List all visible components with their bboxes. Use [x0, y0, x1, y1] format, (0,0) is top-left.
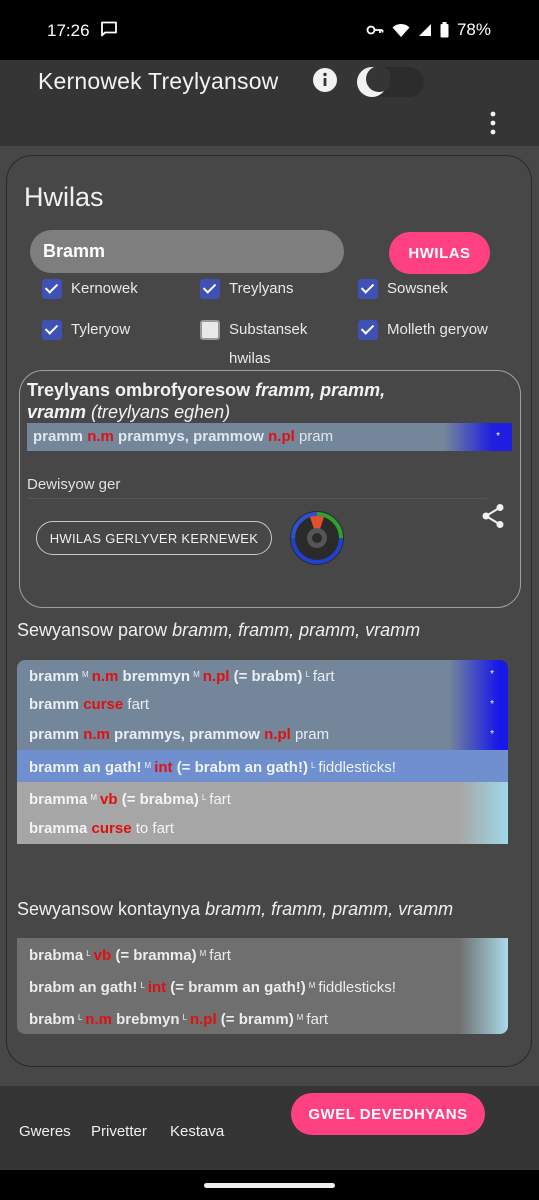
- more-options-icon[interactable]: [488, 110, 498, 136]
- list-item[interactable]: bramma curse to fart: [17, 814, 508, 844]
- search-input[interactable]: [30, 230, 344, 273]
- star-marker: *: [490, 699, 494, 710]
- checkbox-kernowek[interactable]: [42, 279, 62, 299]
- wifi-icon: [392, 23, 410, 37]
- dark-mode-toggle[interactable]: [354, 64, 426, 98]
- status-icons: 78%: [366, 20, 491, 40]
- option-label: Molleth geryow: [387, 321, 488, 338]
- status-time: 17:26: [47, 21, 90, 40]
- option-label: Tyleryow: [71, 321, 131, 338]
- list-item[interactable]: brabm an gath! Lint (= bramm an gath!) Mfi…: [17, 970, 508, 1002]
- option-substansek[interactable]: Substansek hwilas: [200, 320, 307, 368]
- search-heading: Hwilas: [24, 182, 104, 212]
- option-label: Kernowek: [71, 280, 138, 297]
- contains-matches-title: Sewyansow kontaynya bramm, framm, pramm,…: [17, 899, 454, 919]
- contains-matches-list: brabma Lvb (= bramma) Mfart brabm an gath!…: [17, 938, 508, 1034]
- list-item[interactable]: pramm n.m prammys, prammow n.pl pram *: [17, 720, 508, 750]
- part-of-speech: n.pl: [268, 428, 295, 445]
- contact-link[interactable]: Kestava: [170, 1123, 224, 1140]
- signal-icon: [418, 24, 431, 36]
- star-marker: *: [490, 669, 494, 680]
- checkbox-sowsnek[interactable]: [358, 279, 378, 299]
- dictionary-logo-icon[interactable]: [288, 509, 346, 567]
- checkbox-molleth-geryow[interactable]: [358, 320, 378, 340]
- checkbox-tyleryow[interactable]: [42, 320, 62, 340]
- help-link[interactable]: Gweres: [19, 1123, 71, 1140]
- star-marker: *: [496, 431, 500, 442]
- list-item[interactable]: brabm Ln.m brebmyn Ln.pl (= bramm) Mfart: [17, 1002, 508, 1034]
- checkbox-substansek[interactable]: [200, 320, 220, 340]
- option-molleth-geryow[interactable]: Molleth geryow: [358, 320, 488, 340]
- search-button[interactable]: HWILAS: [389, 232, 490, 274]
- main-content: Hwilas HWILAS Kernowek Treylyans Sowsnek…: [0, 146, 539, 1086]
- option-label: Substansek hwilas: [229, 321, 307, 368]
- list-item[interactable]: bramm Mn.m bremmyn Mn.pl (= brabm) Lfart *: [17, 660, 508, 690]
- option-label-main: Substansek: [229, 321, 308, 338]
- status-bar: 17:26 78%: [0, 0, 539, 60]
- translation-title: Treylyans ombrofyoresow framm, pramm, vr…: [27, 380, 386, 422]
- message-icon: [101, 21, 117, 37]
- list-item[interactable]: bramma Mvb (= brabma) Lfart: [17, 782, 508, 814]
- share-icon[interactable]: [481, 503, 505, 529]
- option-treylyans[interactable]: Treylyans: [200, 279, 294, 299]
- divider: [27, 498, 487, 499]
- pair-matches-list: bramm Mn.m bremmyn Mn.pl (= brabm) Lfart * …: [17, 660, 508, 844]
- option-label-sub: hwilas: [229, 350, 271, 367]
- option-label: Treylyans: [229, 280, 294, 297]
- search-dictionary-button[interactable]: HWILAS GERLYVER KERNEWEK: [36, 521, 272, 555]
- star-marker: *: [490, 729, 494, 740]
- pair-matches-title: Sewyansow parow bramm, framm, pramm, vra…: [17, 620, 421, 640]
- search-card: Hwilas HWILAS Kernowek Treylyans Sowsnek…: [6, 155, 532, 1067]
- app-title: Kernowek Treylyansow: [38, 68, 279, 94]
- option-sowsnek[interactable]: Sowsnek: [358, 279, 448, 299]
- battery-percent: 78%: [456, 20, 491, 39]
- battery-icon: [440, 22, 449, 38]
- privacy-link[interactable]: Privetter: [91, 1123, 147, 1140]
- list-item[interactable]: bramm curse fart *: [17, 690, 508, 720]
- part-of-speech: n.m: [87, 428, 114, 445]
- list-item[interactable]: bramm an gath! Mint (= brabm an gath!) Lfi…: [17, 750, 508, 782]
- translation-card: Treylyans ombrofyoresow framm, pramm, vr…: [19, 370, 521, 608]
- option-label: Sowsnek: [387, 280, 448, 297]
- translation-row[interactable]: pramm n.m prammys, prammow n.pl pram *: [27, 423, 512, 451]
- word-options-label: Dewisyow ger: [27, 476, 121, 493]
- footer: Gweres Privetter Kestava GWEL DEVEDHYANS: [0, 1086, 539, 1170]
- moon-icon: [357, 66, 390, 97]
- home-gesture-handle[interactable]: [204, 1183, 335, 1188]
- option-kernowek[interactable]: Kernowek: [42, 279, 138, 299]
- view-development-button[interactable]: GWEL DEVEDHYANS: [291, 1093, 485, 1135]
- navigation-bar: [0, 1170, 539, 1200]
- option-tyleryow[interactable]: Tyleryow: [42, 320, 131, 340]
- checkbox-treylyans[interactable]: [200, 279, 220, 299]
- list-item[interactable]: brabma Lvb (= bramma) Mfart: [17, 938, 508, 970]
- gloss: pram: [298, 428, 334, 445]
- app-bar: Kernowek Treylyansow: [0, 60, 539, 146]
- vpn-key-icon: [366, 25, 384, 35]
- info-icon[interactable]: [312, 67, 338, 93]
